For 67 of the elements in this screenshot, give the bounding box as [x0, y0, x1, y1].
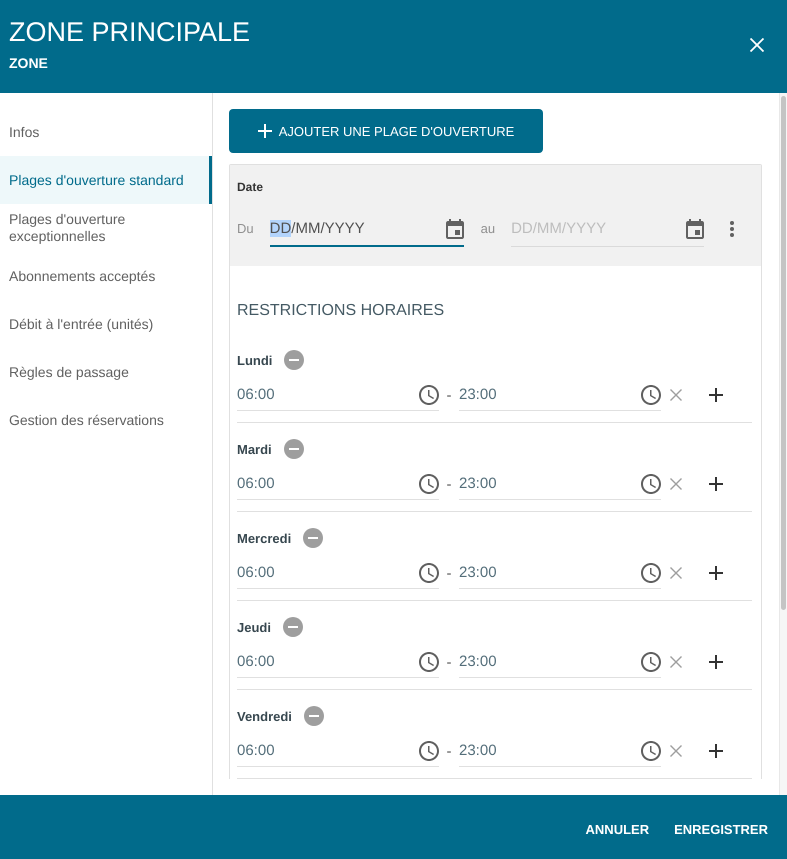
clock-icon[interactable] [419, 652, 439, 672]
sidebar-item[interactable]: Règles de passage [0, 348, 212, 396]
calendar-icon[interactable] [686, 219, 704, 239]
minus-circle-icon[interactable] [304, 706, 324, 726]
range-label: au [480, 221, 496, 237]
time-field[interactable]: 23:00 [459, 379, 661, 411]
dialog-title: ZONE PRINCIPALE [9, 16, 250, 48]
clear-icon[interactable] [670, 389, 682, 401]
plus-icon[interactable] [709, 388, 723, 402]
clear-icon[interactable] [670, 745, 682, 757]
minus-circle-icon[interactable] [303, 528, 324, 548]
day-label: Jeudi [237, 620, 271, 634]
clock-icon[interactable] [419, 474, 439, 494]
clock-icon[interactable] [641, 384, 661, 404]
minus-circle-icon[interactable] [284, 439, 304, 459]
range-separator: - [446, 564, 452, 582]
plus-icon[interactable] [709, 655, 723, 669]
time-field[interactable]: 06:00 [237, 557, 439, 589]
clock-icon[interactable] [419, 562, 439, 582]
time-field[interactable]: 23:00 [459, 468, 661, 500]
minus-circle-icon[interactable] [284, 350, 304, 370]
clock-icon[interactable] [641, 652, 661, 672]
time-field[interactable]: 06:00 [237, 379, 439, 411]
sidebar-item[interactable]: Abonnements acceptés [0, 252, 212, 300]
plus-icon[interactable] [709, 744, 723, 758]
range-separator: - [446, 742, 452, 760]
cancel-button[interactable]: ANNULER [578, 814, 658, 846]
clock-icon[interactable] [641, 474, 661, 494]
day-label: Vendredi [237, 708, 292, 724]
scrollbar-thumb[interactable] [781, 96, 786, 610]
plus-icon[interactable] [709, 477, 723, 491]
range-separator: - [446, 386, 452, 404]
sidebar-item[interactable]: Débit à l'entrée (unités) [0, 300, 212, 348]
range-separator: - [446, 654, 452, 670]
day-label: Mardi [237, 442, 272, 456]
close-icon[interactable] [750, 38, 764, 52]
time-field[interactable]: 06:00 [237, 735, 439, 767]
clock-icon[interactable] [419, 740, 439, 760]
time-field[interactable]: 06:00 [237, 468, 439, 500]
more-options-icon[interactable] [730, 221, 734, 237]
clear-icon[interactable] [670, 478, 682, 490]
clear-icon[interactable] [670, 656, 682, 668]
minus-circle-icon[interactable] [282, 617, 303, 637]
time-field[interactable]: 06:00 [237, 646, 439, 678]
day-label: Lundi [237, 352, 272, 368]
sidebar-item[interactable]: Plages d'ouverture standard [0, 156, 212, 204]
plus-icon[interactable] [709, 566, 723, 580]
sidebar-item[interactable]: Gestion des réservations [0, 396, 212, 444]
clock-icon[interactable] [641, 740, 661, 760]
range-label: Du [237, 221, 254, 237]
clock-icon[interactable] [419, 384, 439, 404]
date-label: Date [237, 179, 264, 195]
range-separator: - [446, 476, 452, 492]
day-label: Mercredi [237, 530, 292, 546]
save-button[interactable]: ENREGISTRER [666, 814, 776, 846]
clock-icon[interactable] [641, 562, 661, 582]
time-field[interactable]: 23:00 [459, 646, 661, 678]
dialog-subtitle: ZONE [9, 54, 48, 72]
clear-icon[interactable] [670, 567, 682, 579]
section-title: RESTRICTIONS HORAIRES [237, 301, 444, 321]
add-opening-button[interactable]: AJOUTER UNE PLAGE D'OUVERTURE [229, 109, 543, 153]
sidebar-item[interactable]: Infos [0, 108, 212, 156]
time-field[interactable]: 23:00 [459, 557, 661, 589]
sidebar-item[interactable]: Plages d'ouverture exceptionnelles [0, 204, 212, 252]
time-field[interactable]: 23:00 [459, 735, 661, 767]
date-field[interactable]: DD/MM/YYYY [270, 211, 464, 247]
calendar-icon[interactable] [446, 219, 464, 239]
